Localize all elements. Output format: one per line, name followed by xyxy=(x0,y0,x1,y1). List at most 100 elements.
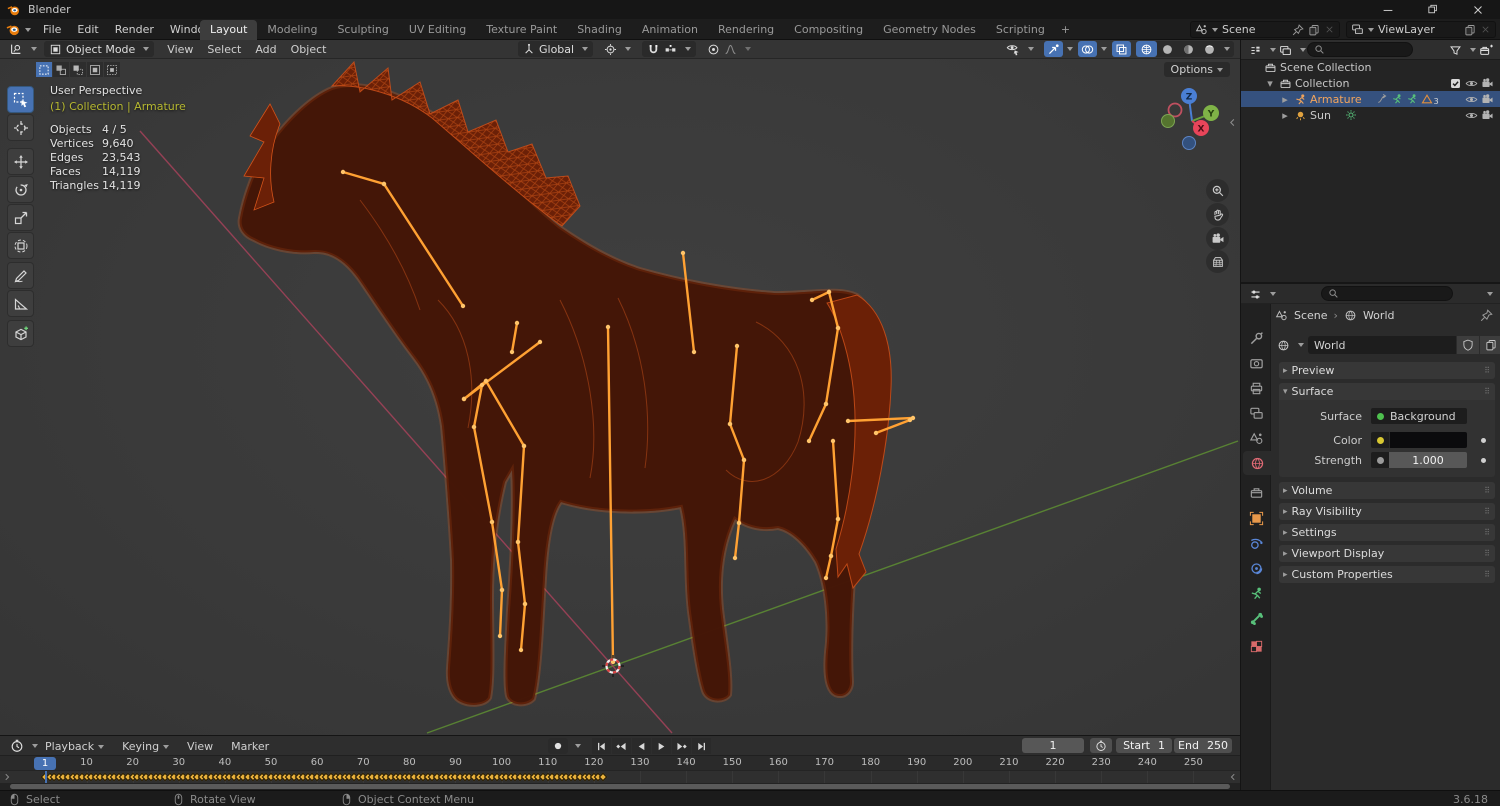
tool-rotate[interactable] xyxy=(7,176,34,203)
channel-expand-icon[interactable] xyxy=(2,772,12,782)
tool-scale[interactable] xyxy=(7,204,34,231)
timeline-menu-playback[interactable]: Playback xyxy=(36,738,113,755)
eye-toggle-icon[interactable] xyxy=(1465,93,1478,106)
drag-grip-icon[interactable]: ⠿ xyxy=(1484,366,1491,375)
new-viewlayer-icon[interactable] xyxy=(1464,24,1476,36)
overlays-toggle[interactable] xyxy=(1078,41,1097,57)
workspace-tab-geometry-nodes[interactable]: Geometry Nodes xyxy=(873,20,986,40)
end-frame-field[interactable]: End 250 xyxy=(1174,738,1232,753)
panel-preview[interactable]: ▸ Preview ⠿ xyxy=(1279,362,1495,379)
snap-toggle[interactable] xyxy=(642,41,697,57)
workspace-tab-uv-editing[interactable]: UV Editing xyxy=(399,20,476,40)
outliner-row-armature[interactable]: ▸ Armature 3 xyxy=(1241,91,1500,107)
strength-value[interactable]: 1.000 xyxy=(1389,452,1467,468)
pin-icon[interactable] xyxy=(1480,309,1493,322)
close-button[interactable] xyxy=(1455,0,1500,19)
workspace-tab-shading[interactable]: Shading xyxy=(567,20,632,40)
breadcrumb-world[interactable]: World xyxy=(1363,309,1395,322)
camera-toggle-icon[interactable] xyxy=(1481,93,1494,106)
previous-keyframe-button[interactable] xyxy=(612,738,631,754)
eye-toggle-icon[interactable] xyxy=(1465,109,1478,122)
new-collection-button[interactable] xyxy=(1474,42,1498,58)
timeline-track[interactable] xyxy=(0,770,1240,784)
drag-grip-icon[interactable]: ⠿ xyxy=(1484,528,1491,537)
color-field[interactable] xyxy=(1371,432,1467,448)
menu-edit[interactable]: Edit xyxy=(69,20,106,39)
outliner-row-sun[interactable]: ▸ Sun xyxy=(1241,107,1500,123)
shading-material-button[interactable] xyxy=(1178,41,1199,57)
animate-dot[interactable] xyxy=(1481,457,1486,463)
viewport-menu-view[interactable]: View xyxy=(160,40,200,59)
outliner-item-label[interactable]: Collection xyxy=(1295,77,1349,90)
strength-slider[interactable]: 1.000 xyxy=(1371,452,1467,468)
pivot-dropdown[interactable] xyxy=(599,41,636,57)
tool-transform[interactable] xyxy=(7,232,34,259)
workspace-tab-sculpting[interactable]: Sculpting xyxy=(327,20,398,40)
workspace-tab-scripting[interactable]: Scripting xyxy=(986,20,1055,40)
properties-tab-tool[interactable] xyxy=(1241,326,1271,350)
viewport-canvas[interactable]: Options User Perspective (1) Collection … xyxy=(0,59,1240,735)
properties-tab-texture[interactable] xyxy=(1241,634,1271,658)
color-socket[interactable] xyxy=(1371,432,1389,448)
properties-tab-physics[interactable] xyxy=(1241,531,1271,555)
navigation-gizmo[interactable]: Z Y X xyxy=(1158,84,1222,150)
orientation-dropdown[interactable]: Global xyxy=(518,41,594,57)
remove-viewlayer-icon[interactable] xyxy=(1480,24,1491,35)
axis-neg-z-ball[interactable] xyxy=(1182,136,1196,150)
viewlayer-name[interactable]: ViewLayer xyxy=(1378,23,1460,36)
select-mode-intersect[interactable] xyxy=(104,62,120,77)
select-mode-sub[interactable] xyxy=(70,62,86,77)
ortho-view-button[interactable] xyxy=(1206,250,1229,273)
keyframe-diamond[interactable] xyxy=(598,772,608,782)
menu-file[interactable]: File xyxy=(35,20,69,39)
shading-rendered-button[interactable] xyxy=(1199,41,1220,57)
chevron-down-icon[interactable] xyxy=(1487,292,1493,296)
tool-move[interactable] xyxy=(7,148,34,175)
eye-toggle-icon[interactable] xyxy=(1465,77,1478,90)
timeline-menu-keying[interactable]: Keying xyxy=(113,738,178,755)
workspace-tab-compositing[interactable]: Compositing xyxy=(784,20,873,40)
viewport-menu-object[interactable]: Object xyxy=(284,40,334,59)
editor-type-button[interactable] xyxy=(4,41,42,57)
axis-neg-y-ball[interactable] xyxy=(1161,114,1175,128)
properties-tab-world[interactable] xyxy=(1243,451,1271,475)
shading-wireframe-button[interactable] xyxy=(1136,41,1157,57)
blender-menu-icon[interactable] xyxy=(6,22,21,37)
panel-surface[interactable]: ▾ Surface ⠿ xyxy=(1279,383,1495,400)
current-frame-field[interactable]: 1 xyxy=(1022,738,1084,753)
scene-icon[interactable] xyxy=(1275,309,1288,322)
outliner-item-label[interactable]: Armature xyxy=(1310,93,1362,106)
viewlayer-selector[interactable]: ViewLayer xyxy=(1346,21,1496,38)
workspace-tab-texture-paint[interactable]: Texture Paint xyxy=(476,20,567,40)
scene-selector[interactable]: Scene xyxy=(1190,21,1340,38)
timeline-ruler[interactable]: 1102030405060708090100110120130140150160… xyxy=(0,756,1240,770)
mode-dropdown[interactable]: Object Mode xyxy=(44,41,155,57)
world-icon[interactable] xyxy=(1344,309,1357,322)
outliner-row-collection[interactable]: ▾ Collection xyxy=(1241,75,1500,91)
maximize-button[interactable] xyxy=(1410,0,1455,19)
xray-toggle[interactable] xyxy=(1112,41,1131,57)
tool-cursor[interactable] xyxy=(7,114,34,141)
properties-tab-view-layer[interactable] xyxy=(1241,401,1271,425)
properties-tab-object-data[interactable] xyxy=(1241,581,1271,605)
horse-mesh[interactable] xyxy=(237,60,892,707)
value-socket[interactable] xyxy=(1371,452,1389,468)
panel-viewport-display[interactable]: ▸ Viewport Display ⠿ xyxy=(1279,545,1495,562)
disclosure-icon[interactable]: ▸ xyxy=(1279,93,1291,106)
properties-tab-object[interactable] xyxy=(1241,506,1271,530)
checkbox-toggle-icon[interactable] xyxy=(1449,77,1462,90)
new-scene-icon[interactable] xyxy=(1308,24,1320,36)
world-browse-dropdown[interactable] xyxy=(1275,337,1306,353)
visibility-dropdown[interactable] xyxy=(1001,41,1039,57)
breadcrumb-scene[interactable]: Scene xyxy=(1294,309,1328,322)
outliner-item-label[interactable]: Sun xyxy=(1310,109,1331,122)
shading-solid-button[interactable] xyxy=(1157,41,1178,57)
select-mode-extend[interactable] xyxy=(53,62,69,77)
scene-3d[interactable] xyxy=(0,59,1240,735)
outliner-item-label[interactable]: Scene Collection xyxy=(1280,61,1371,74)
pan-view-button[interactable] xyxy=(1206,203,1229,226)
properties-tab-render[interactable] xyxy=(1241,351,1271,375)
drag-grip-icon[interactable]: ⠿ xyxy=(1484,507,1491,516)
select-mode-new[interactable] xyxy=(36,62,52,77)
options-dropdown[interactable]: Options xyxy=(1163,62,1230,77)
